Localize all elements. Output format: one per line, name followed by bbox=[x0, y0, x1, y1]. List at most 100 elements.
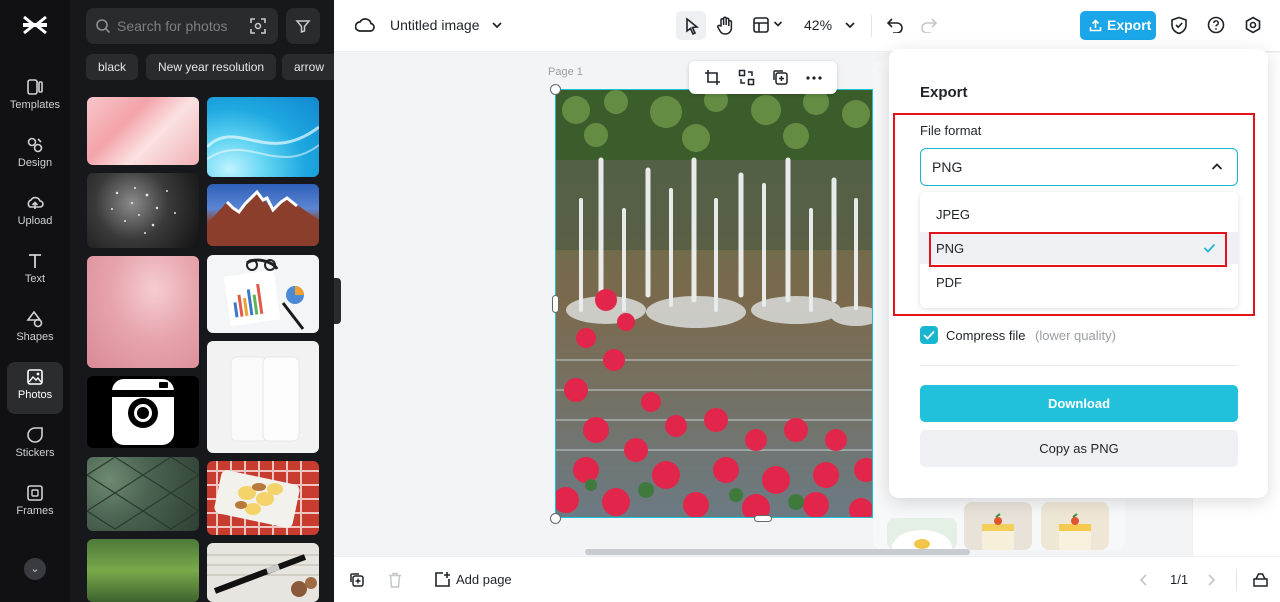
toolbar-divider bbox=[871, 15, 872, 37]
sidebar-item-photos[interactable]: Photos bbox=[7, 362, 63, 414]
photo-thumbnail[interactable] bbox=[207, 543, 319, 602]
add-page-button[interactable]: Add page bbox=[456, 572, 512, 587]
sidebar-item-stickers[interactable]: Stickers bbox=[7, 420, 63, 472]
stickers-icon bbox=[27, 427, 43, 443]
top-bar: Untitled image 42% Export bbox=[334, 0, 1280, 52]
document-title[interactable]: Untitled image bbox=[390, 17, 480, 33]
photo-thumbnail[interactable] bbox=[87, 376, 199, 448]
resize-handle[interactable] bbox=[754, 515, 772, 522]
duplicate-page-icon[interactable] bbox=[349, 572, 365, 588]
sidebar-item-design[interactable]: Design bbox=[7, 130, 63, 182]
suggestion-thumbnail[interactable] bbox=[964, 502, 1032, 550]
sidebar-item-label: Frames bbox=[16, 505, 54, 517]
help-icon[interactable] bbox=[1207, 16, 1225, 34]
page-label: Page 1 bbox=[548, 66, 583, 78]
camera-logo-graphic bbox=[112, 379, 174, 445]
sidebar-item-templates[interactable]: Templates bbox=[7, 72, 63, 124]
canvas-image-fountain[interactable] bbox=[555, 89, 873, 518]
export-button[interactable]: Export bbox=[1080, 11, 1156, 40]
photo-thumbnail[interactable] bbox=[207, 184, 319, 246]
sidebar-item-label: Photos bbox=[17, 389, 53, 401]
tufted-leather-graphic bbox=[87, 457, 199, 530]
more-tools-chevron-icon[interactable]: ⌄ bbox=[24, 558, 46, 580]
fountain-photo bbox=[556, 90, 872, 517]
photo-thumbnail[interactable] bbox=[207, 461, 319, 535]
chevron-down-icon[interactable] bbox=[844, 20, 856, 30]
pages-panel-icon[interactable] bbox=[1252, 571, 1269, 588]
chevron-down-icon[interactable] bbox=[773, 20, 783, 28]
crop-icon[interactable] bbox=[704, 69, 721, 86]
sidebar-item-frames[interactable]: Frames bbox=[7, 478, 63, 530]
copy-as-png-button[interactable]: Copy as PNG bbox=[920, 430, 1238, 467]
undo-icon[interactable] bbox=[886, 17, 904, 33]
select-tool-button[interactable] bbox=[676, 11, 706, 40]
sidebar-item-label: Stickers bbox=[15, 447, 55, 459]
export-popover-title: Export bbox=[920, 84, 968, 101]
cloud-save-icon[interactable] bbox=[355, 16, 375, 34]
image-search-icon[interactable] bbox=[249, 17, 267, 35]
filter-button[interactable] bbox=[286, 8, 320, 44]
next-page-icon[interactable] bbox=[1207, 573, 1217, 587]
horizontal-scrollbar[interactable] bbox=[585, 549, 970, 555]
shapes-icon bbox=[26, 310, 43, 328]
image-toolbar bbox=[689, 61, 837, 94]
checkbox[interactable] bbox=[920, 326, 938, 344]
pen-coins-graphic bbox=[207, 554, 319, 597]
previous-page-icon[interactable] bbox=[1138, 573, 1148, 587]
file-format-label: File format bbox=[920, 123, 982, 138]
sidebar-item-text[interactable]: Text bbox=[7, 246, 63, 298]
highlight-box-png bbox=[929, 232, 1227, 267]
photo-thumbnail[interactable] bbox=[207, 97, 319, 177]
photo-thumbnail[interactable] bbox=[87, 256, 199, 368]
settings-gear-icon[interactable] bbox=[1244, 16, 1262, 34]
resize-handle[interactable] bbox=[552, 295, 559, 313]
add-page-icon[interactable] bbox=[434, 571, 451, 588]
resize-handle[interactable] bbox=[550, 84, 561, 95]
download-button[interactable]: Download bbox=[920, 385, 1238, 422]
shield-icon[interactable] bbox=[1170, 16, 1188, 35]
suggestion-thumbnail[interactable] bbox=[1041, 502, 1109, 550]
sidebar-item-shapes[interactable]: Shapes bbox=[7, 304, 63, 356]
tag-chip[interactable]: black bbox=[86, 54, 139, 80]
format-option-pdf[interactable]: PDF bbox=[920, 266, 1238, 298]
resize-handle[interactable] bbox=[550, 513, 561, 524]
search-placeholder: Search for photos bbox=[117, 18, 228, 34]
photo-thumbnail[interactable] bbox=[87, 539, 199, 602]
redo-icon[interactable] bbox=[920, 17, 938, 33]
zoom-level[interactable]: 42% bbox=[804, 17, 832, 33]
collapse-panel-handle[interactable] bbox=[334, 278, 341, 324]
more-options-icon[interactable] bbox=[806, 76, 822, 80]
chevron-up-icon bbox=[1211, 163, 1223, 170]
photo-thumbnail[interactable] bbox=[207, 341, 319, 453]
pointer-icon bbox=[686, 17, 700, 35]
duplicate-icon[interactable] bbox=[772, 69, 789, 86]
search-icon bbox=[96, 19, 111, 34]
replace-icon[interactable] bbox=[738, 69, 755, 86]
cake-graphic bbox=[982, 513, 1014, 550]
compress-note: (lower quality) bbox=[1035, 328, 1116, 343]
photos-icon bbox=[27, 369, 43, 385]
text-icon bbox=[29, 254, 41, 268]
format-option-jpeg[interactable]: JPEG bbox=[920, 198, 1238, 230]
file-format-value: PNG bbox=[932, 159, 963, 175]
photo-thumbnail[interactable] bbox=[207, 255, 319, 333]
popover-divider bbox=[920, 365, 1238, 366]
photo-thumbnail[interactable] bbox=[87, 173, 199, 248]
tag-chip[interactable]: New year resolution bbox=[146, 54, 277, 80]
file-format-select[interactable]: PNG bbox=[920, 148, 1238, 186]
left-rail: Templates Design Upload Text Shapes Phot… bbox=[0, 0, 70, 602]
layout-icon[interactable] bbox=[752, 16, 770, 34]
suggestion-thumbnail[interactable] bbox=[887, 518, 957, 550]
cake-graphic bbox=[1059, 513, 1091, 550]
chevron-down-icon[interactable] bbox=[491, 20, 503, 30]
hand-tool-icon[interactable] bbox=[716, 16, 734, 36]
sidebar-item-label: Shapes bbox=[16, 331, 54, 343]
tag-chip[interactable]: arrow bbox=[282, 54, 334, 80]
photo-thumbnail[interactable] bbox=[87, 457, 199, 531]
photo-thumbnail[interactable] bbox=[87, 97, 199, 165]
capcut-logo-icon[interactable] bbox=[22, 14, 48, 36]
bottom-divider bbox=[1236, 569, 1237, 591]
search-input[interactable]: Search for photos bbox=[86, 8, 278, 44]
trash-icon[interactable] bbox=[388, 572, 402, 588]
sidebar-item-upload[interactable]: Upload bbox=[7, 188, 63, 240]
